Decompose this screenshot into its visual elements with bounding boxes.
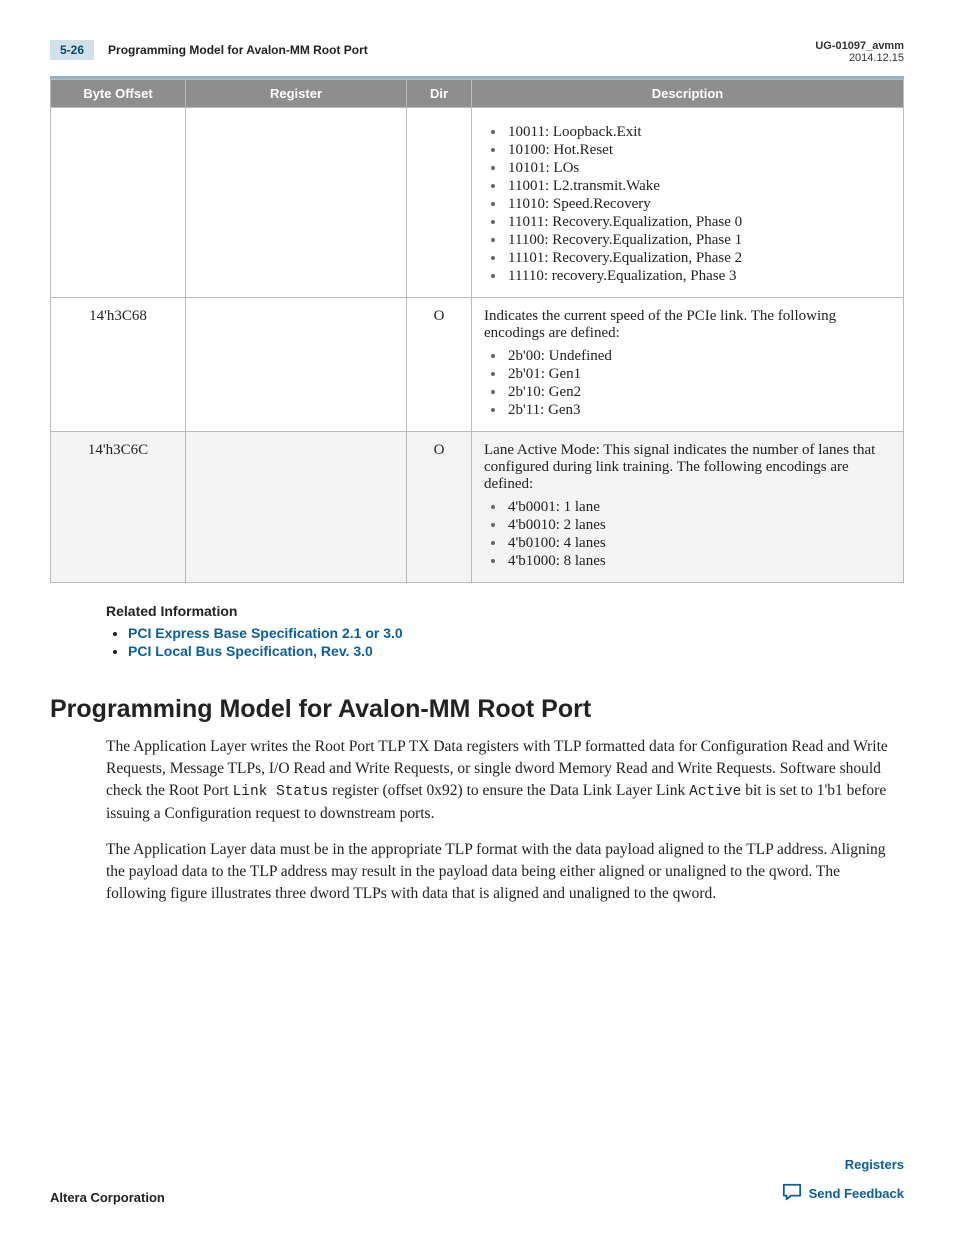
list-item: PCI Express Base Specification 2.1 or 3.… [128, 625, 904, 643]
cell-description: Lane Active Mode: This signal indicates … [472, 432, 904, 583]
cell-dir: O [407, 298, 472, 432]
doc-date: 2014.12.15 [815, 52, 904, 64]
table-header-row: Byte Offset Register Dir Description [51, 80, 904, 108]
list-item: 2b'11: Gen3 [506, 402, 891, 419]
list-item: 11010: Speed.Recovery [506, 196, 891, 213]
list-item: 11001: L2.transmit.Wake [506, 178, 891, 195]
register-table: Byte Offset Register Dir Description 100… [50, 79, 904, 583]
doc-id: UG-01097_avmm [815, 40, 904, 52]
list-item: 11011: Recovery.Equalization, Phase 0 [506, 214, 891, 231]
list-item: 4'b1000: 8 lanes [506, 553, 891, 570]
list-item: 11110: recovery.Equalization, Phase 3 [506, 268, 891, 285]
cell-byte: 14'h3C68 [51, 298, 186, 432]
th-register: Register [186, 80, 407, 108]
related-link[interactable]: PCI Express Base Specification 2.1 or 3.… [128, 625, 403, 641]
list-item: 4'b0001: 1 lane [506, 499, 891, 516]
list-item: PCI Local Bus Specification, Rev. 3.0 [128, 643, 904, 661]
list-item: 4'b0010: 2 lanes [506, 517, 891, 534]
th-dir: Dir [407, 80, 472, 108]
cell-register [186, 298, 407, 432]
list-item: 2b'00: Undefined [506, 348, 891, 365]
cell-dir: O [407, 432, 472, 583]
paragraph: The Application Layer writes the Root Po… [106, 736, 904, 825]
cell-byte [51, 108, 186, 298]
list-item: 4'b0100: 4 lanes [506, 535, 891, 552]
cell-description: Indicates the current speed of the PCIe … [472, 298, 904, 432]
desc-intro: Lane Active Mode: This signal indicates … [484, 442, 875, 492]
list-item: 10011: Loopback.Exit [506, 124, 891, 141]
list-item: 2b'10: Gen2 [506, 384, 891, 401]
page-header: 5-26 Programming Model for Avalon-MM Roo… [50, 40, 904, 64]
footer-company: Altera Corporation [50, 1190, 165, 1205]
list-item: 11101: Recovery.Equalization, Phase 2 [506, 250, 891, 267]
cell-register [186, 108, 407, 298]
feedback-icon [781, 1182, 803, 1205]
page-footer: Altera Corporation Registers Send Feedba… [50, 1157, 904, 1205]
list-item: 11100: Recovery.Equalization, Phase 1 [506, 232, 891, 249]
code-text: Active [689, 784, 741, 800]
related-heading: Related Information [106, 603, 904, 619]
code-text: Link Status [233, 784, 329, 800]
cell-dir [407, 108, 472, 298]
cell-byte: 14'h3C6C [51, 432, 186, 583]
th-byte-offset: Byte Offset [51, 80, 186, 108]
paragraph: The Application Layer data must be in th… [106, 839, 904, 905]
footer-link-registers[interactable]: Registers [781, 1157, 904, 1172]
table-row: 14'h3C68 O Indicates the current speed o… [51, 298, 904, 432]
cell-register [186, 432, 407, 583]
related-info: Related Information PCI Express Base Spe… [106, 603, 904, 661]
list-item: 2b'01: Gen1 [506, 366, 891, 383]
related-link[interactable]: PCI Local Bus Specification, Rev. 3.0 [128, 643, 373, 659]
text: register (offset 0x92) to ensure the Dat… [328, 782, 689, 799]
table-row: 14'h3C6C O Lane Active Mode: This signal… [51, 432, 904, 583]
cell-description: 10011: Loopback.Exit 10100: Hot.Reset 10… [472, 108, 904, 298]
list-item: 10100: Hot.Reset [506, 142, 891, 159]
page-number: 5-26 [50, 40, 94, 60]
desc-intro: Indicates the current speed of the PCIe … [484, 308, 836, 341]
table-row: 10011: Loopback.Exit 10100: Hot.Reset 10… [51, 108, 904, 298]
list-item: 10101: LOs [506, 160, 891, 177]
page-header-title: Programming Model for Avalon-MM Root Por… [108, 43, 368, 57]
th-description: Description [472, 80, 904, 108]
send-feedback-link[interactable]: Send Feedback [809, 1186, 904, 1201]
section-heading: Programming Model for Avalon-MM Root Por… [50, 695, 904, 724]
